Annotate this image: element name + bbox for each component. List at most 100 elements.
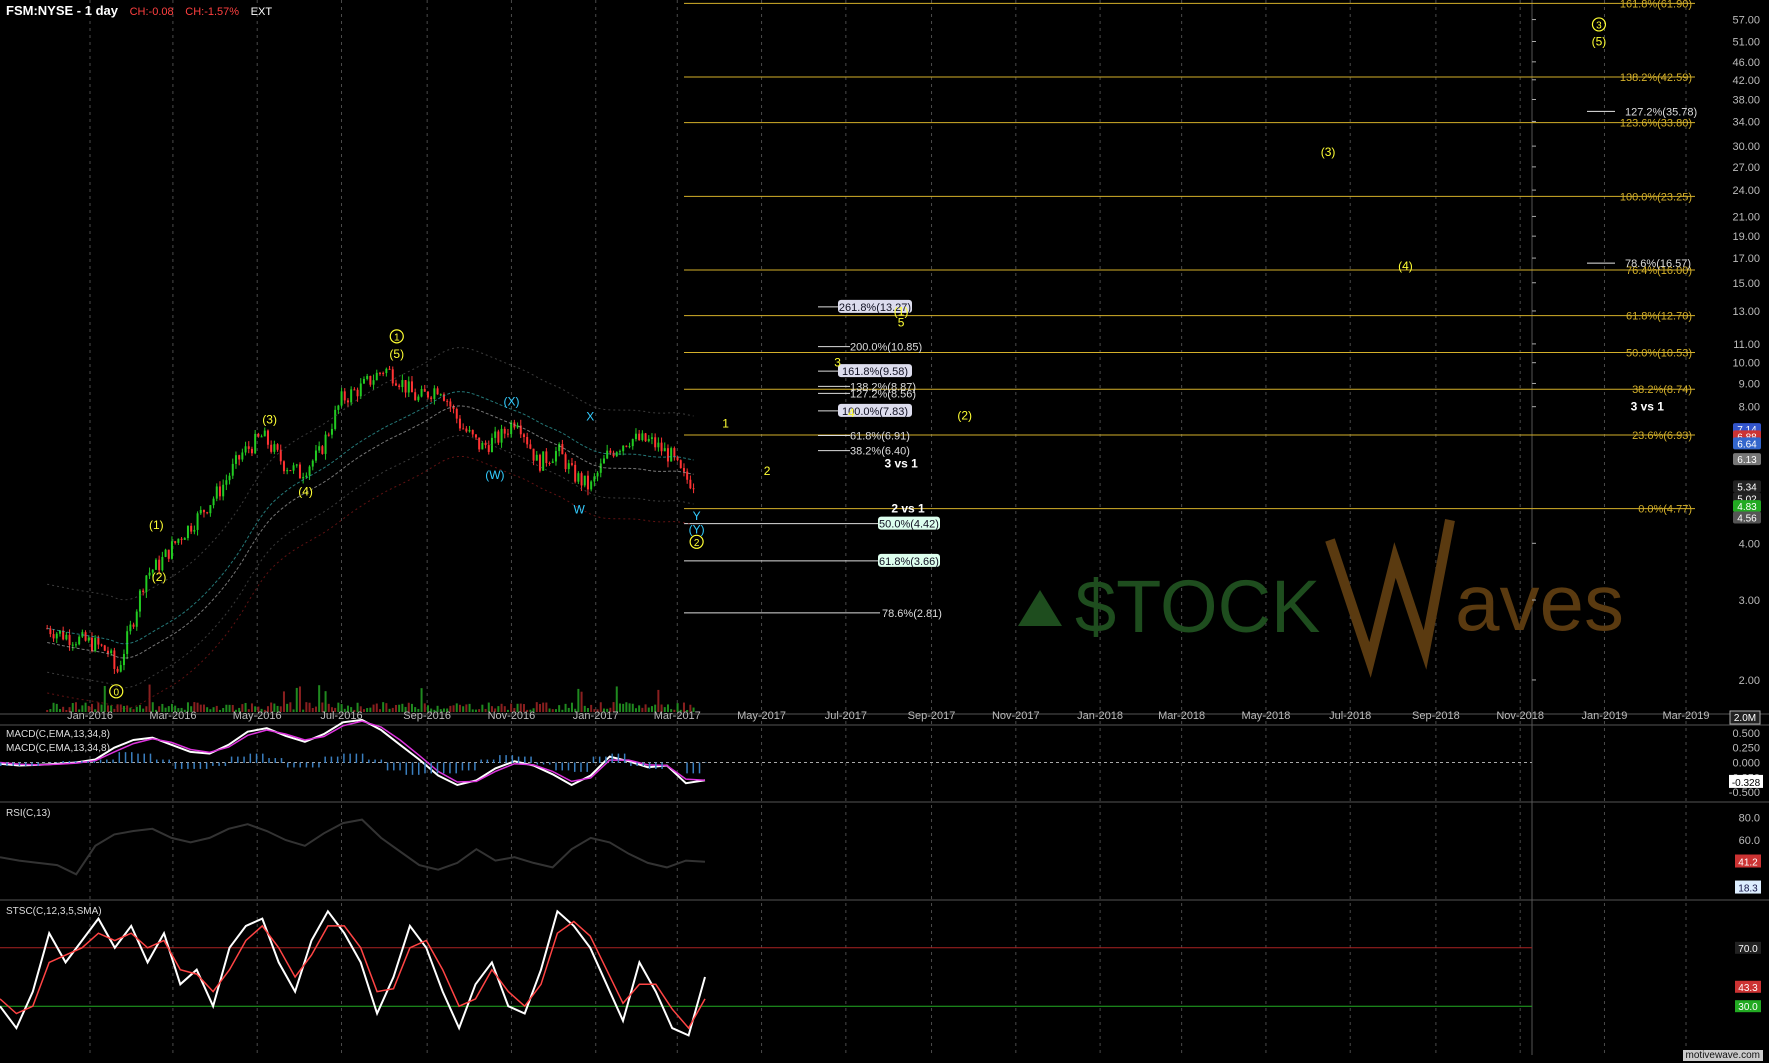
volume-bar: [218, 709, 221, 712]
volume-bar: [385, 703, 388, 712]
candle-body: [593, 476, 596, 482]
candle-body: [426, 391, 429, 398]
y-tick-label: 34.00: [1732, 116, 1760, 128]
volume-bar: [369, 707, 372, 712]
macd-histogram-bar: [461, 762, 464, 771]
macd-histogram-bar: [224, 762, 227, 766]
wave-label: 0: [113, 687, 119, 698]
volume-bar: [420, 688, 423, 712]
volume-bar: [647, 707, 650, 712]
candle-body: [321, 446, 324, 454]
macd-histogram-bar: [137, 753, 139, 763]
candle-body: [340, 391, 343, 406]
candle-body: [295, 464, 298, 466]
candle-body: [202, 509, 205, 513]
candle-body: [84, 632, 87, 641]
macd-histogram-bar: [586, 762, 588, 772]
candle-body: [65, 634, 68, 640]
volume-bar: [142, 708, 145, 712]
fib-mid-label: 161.8%(9.58): [842, 366, 908, 378]
macd-histogram-bar: [68, 761, 71, 763]
indicator-title: MACD(C,EMA,13,34,8): [6, 729, 110, 740]
volume-bar: [206, 707, 209, 712]
y-tick-label: 15.00: [1732, 278, 1760, 290]
volume-bar: [618, 703, 621, 712]
volume-bar: [295, 687, 298, 712]
candle-body: [167, 549, 170, 559]
candle-body: [218, 486, 221, 497]
wave-label: X: [586, 410, 594, 424]
candle-body: [570, 463, 573, 465]
volume-bar: [382, 702, 385, 712]
candle-body: [206, 512, 209, 514]
volume-bar: [567, 707, 570, 712]
macd-histogram-bar: [343, 753, 345, 763]
candle-body: [618, 451, 621, 453]
candle-body: [183, 538, 186, 540]
candle-body: [535, 454, 538, 461]
candle-body: [558, 444, 561, 452]
volume-bar: [631, 703, 634, 712]
candle-body: [654, 437, 657, 448]
fib-mid-label: 127.2%(8.56): [850, 388, 916, 400]
candle-body: [122, 653, 125, 666]
candle-body: [650, 437, 653, 439]
x-tick-label: Mar-2017: [654, 710, 701, 722]
macd-histogram-bar: [511, 755, 514, 763]
macd-histogram-bar: [162, 759, 164, 763]
candle-body: [622, 445, 625, 452]
macd-histogram-bar: [268, 758, 270, 763]
candle-body: [510, 422, 513, 435]
candle-body: [145, 575, 148, 593]
x-tick-label: Jul-2018: [1329, 710, 1371, 722]
candle-body: [263, 430, 266, 437]
macd-histogram-bar: [542, 762, 545, 765]
candle-body: [382, 372, 385, 374]
macd-histogram-bar: [567, 762, 570, 771]
volume-bar: [551, 709, 554, 712]
macd-histogram-bar: [517, 756, 520, 763]
candle-body: [94, 637, 97, 651]
candle-body: [474, 434, 477, 438]
volume-bar: [577, 688, 580, 712]
candle-body: [657, 442, 660, 448]
candle-body: [161, 556, 164, 571]
candle-body: [68, 634, 71, 646]
macd-histogram-bar: [62, 761, 64, 763]
candle-body: [458, 418, 461, 429]
candle-body: [378, 372, 381, 374]
volume-bar: [634, 708, 637, 712]
macd-histogram-bar: [705, 762, 707, 763]
y-tick-label: 19.00: [1732, 231, 1760, 243]
stsc-badge-label: 70.0: [1738, 944, 1758, 955]
candle-body: [74, 644, 77, 646]
volume-bar: [548, 708, 551, 712]
candle-body: [599, 463, 602, 473]
candle-body: [590, 481, 593, 490]
volume-bar: [554, 709, 557, 712]
volume-bar: [58, 709, 61, 712]
macd-histogram-bar: [411, 762, 414, 775]
candle-body: [234, 455, 237, 464]
volume-bar: [458, 704, 461, 712]
candle-body: [455, 408, 458, 419]
macd-histogram-bar: [293, 762, 295, 768]
candle-body: [97, 637, 100, 645]
candle-body: [385, 368, 388, 374]
volume-bar: [289, 702, 292, 712]
candle-body: [154, 559, 157, 570]
macd-histogram-bar: [168, 759, 170, 763]
candle-body: [689, 479, 692, 489]
wave-label: (4): [1398, 259, 1413, 273]
candle-body: [356, 389, 359, 397]
candle-body: [366, 375, 369, 379]
macd-histogram-bar: [655, 762, 657, 769]
wave-label: (1): [894, 305, 909, 319]
x-tick-label: May-2018: [1241, 710, 1290, 722]
macd-histogram-bar: [243, 756, 245, 763]
candle-body: [404, 380, 407, 393]
macd-histogram-bar: [74, 761, 77, 763]
macd-histogram-bar: [617, 753, 620, 763]
volume-bar: [564, 703, 567, 712]
candle-body: [532, 448, 535, 461]
